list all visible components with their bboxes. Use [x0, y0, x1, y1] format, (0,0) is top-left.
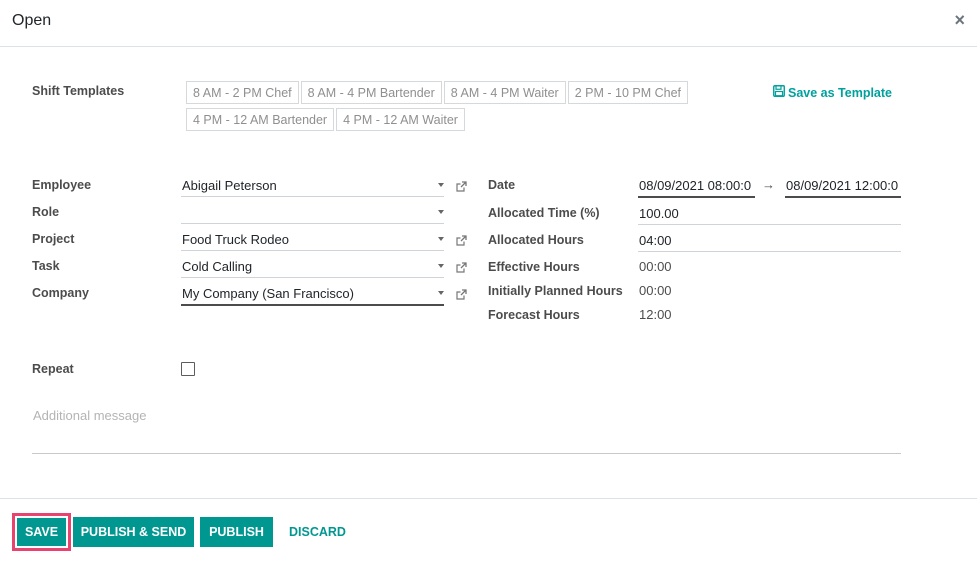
external-link-icon[interactable]: [455, 288, 468, 301]
effective-hours-value: 00:00: [639, 259, 672, 274]
shift-template-button[interactable]: 8 AM - 2 PM Chef: [186, 81, 299, 104]
additional-message-input[interactable]: Additional message: [32, 400, 901, 454]
employee-label: Employee: [32, 178, 92, 192]
shift-template-button[interactable]: 2 PM - 10 PM Chef: [567, 81, 688, 104]
task-field[interactable]: Cold Calling: [181, 256, 444, 278]
role-field[interactable]: [181, 202, 444, 224]
date-start-field[interactable]: 08/09/2021 08:00:0: [638, 175, 755, 198]
employee-value: Abigail Peterson: [182, 178, 277, 193]
company-value: My Company (San Francisco): [182, 286, 354, 301]
save-as-template-label: Save as Template: [788, 85, 892, 100]
arrow-right-icon: →: [762, 177, 775, 192]
external-link-icon[interactable]: [455, 180, 468, 193]
repeat-label: Repeat: [32, 362, 74, 376]
repeat-checkbox[interactable]: [181, 362, 195, 376]
dialog-footer: SAVE PUBLISH & SEND PUBLISH DISCARD: [0, 498, 977, 561]
task-label: Task: [32, 259, 60, 273]
task-value: Cold Calling: [182, 259, 253, 274]
effective-hours-label: Effective Hours: [488, 260, 580, 274]
initially-planned-hours-label: Initially Planned Hours: [488, 284, 623, 298]
discard-button[interactable]: DISCARD: [279, 517, 356, 547]
project-value: Food Truck Rodeo: [182, 232, 289, 247]
shift-templates-label: Shift Templates: [32, 84, 125, 98]
external-link-icon[interactable]: [455, 234, 468, 247]
allocated-hours-label: Allocated Hours: [488, 233, 584, 247]
shift-template-button[interactable]: 8 AM - 4 PM Waiter: [443, 81, 566, 104]
close-icon[interactable]: ×: [954, 10, 965, 30]
forecast-hours-value: 12:00: [639, 307, 672, 322]
chevron-down-icon[interactable]: [438, 237, 444, 241]
date-end-field[interactable]: 08/09/2021 12:00:0: [785, 175, 901, 198]
shift-template-button[interactable]: 4 PM - 12 AM Waiter: [336, 108, 465, 131]
shift-templates-list: 8 AM - 2 PM Chef 8 AM - 4 PM Bartender 8 A…: [186, 81, 726, 135]
project-label: Project: [32, 232, 75, 246]
dialog-header: Open ×: [0, 0, 977, 47]
dialog-title: Open: [12, 12, 52, 29]
floppy-disk-icon: [773, 85, 785, 100]
initially-planned-hours-value: 00:00: [639, 283, 672, 298]
date-end-value: 08/09/2021 12:00:0: [786, 178, 899, 193]
chevron-down-icon[interactable]: [438, 291, 444, 295]
chevron-down-icon[interactable]: [438, 210, 444, 214]
allocated-hours-input[interactable]: 04:00: [638, 230, 901, 252]
project-field[interactable]: Food Truck Rodeo: [181, 229, 444, 251]
additional-message-placeholder: Additional message: [33, 408, 147, 423]
publish-send-button[interactable]: PUBLISH & SEND: [73, 517, 194, 547]
chevron-down-icon[interactable]: [438, 264, 444, 268]
save-as-template-button[interactable]: Save as Template: [773, 85, 892, 100]
forecast-hours-label: Forecast Hours: [488, 308, 580, 322]
allocated-time-value: 100.00: [639, 206, 679, 221]
date-start-value: 08/09/2021 08:00:0: [639, 178, 752, 193]
shift-template-button[interactable]: 8 AM - 4 PM Bartender: [300, 81, 442, 104]
role-label: Role: [32, 205, 60, 219]
allocated-time-label: Allocated Time (%): [488, 206, 600, 220]
company-field[interactable]: My Company (San Francisco): [181, 283, 444, 306]
save-button[interactable]: SAVE: [12, 513, 71, 551]
allocated-hours-value: 04:00: [639, 233, 672, 248]
chevron-down-icon[interactable]: [438, 183, 444, 187]
allocated-time-input[interactable]: 100.00: [638, 203, 901, 225]
external-link-icon[interactable]: [455, 261, 468, 274]
employee-field[interactable]: Abigail Peterson: [181, 175, 444, 197]
publish-button[interactable]: PUBLISH: [200, 517, 273, 547]
company-label: Company: [32, 286, 89, 300]
date-label: Date: [488, 178, 516, 192]
shift-template-button[interactable]: 4 PM - 12 AM Bartender: [186, 108, 335, 131]
